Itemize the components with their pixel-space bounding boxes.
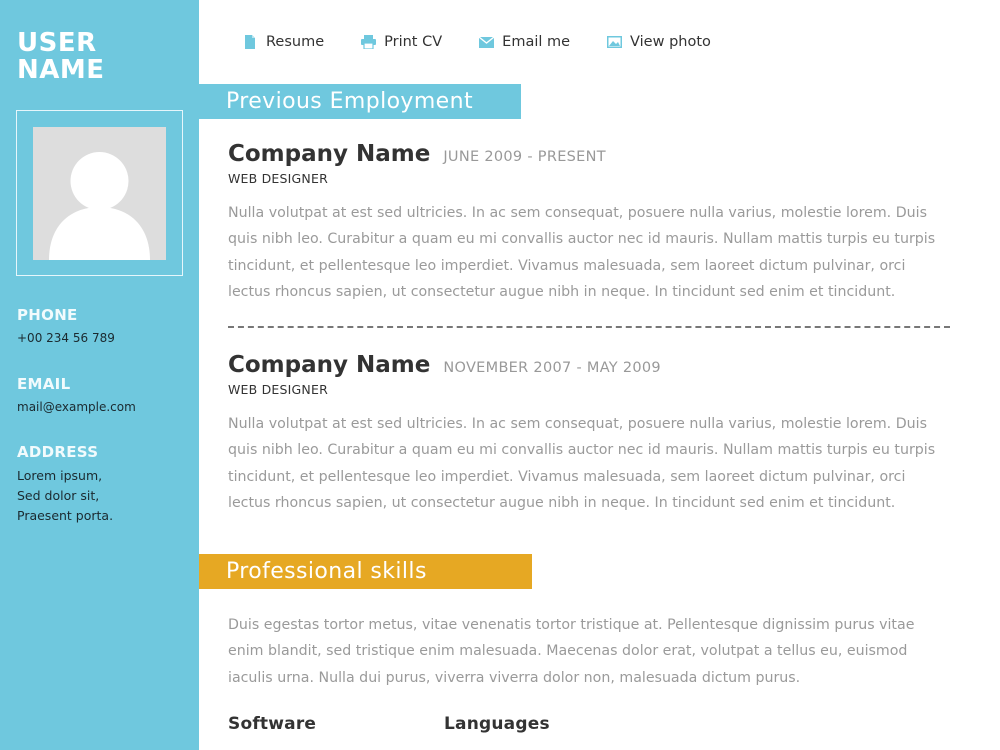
avatar (33, 127, 166, 260)
job-entry: Company Name NOVEMBER 2007 - MAY 2009 WE… (228, 352, 950, 516)
nav-resume-link[interactable]: Resume (242, 30, 324, 54)
user-name: USER NAME (17, 30, 187, 84)
printer-icon (360, 34, 376, 50)
job-role: WEB DESIGNER (228, 171, 328, 186)
languages-heading: Languages (444, 714, 550, 734)
address-line-3: Praesent porta. (17, 508, 114, 523)
nav-photo-link[interactable]: View photo (606, 30, 711, 54)
email-value[interactable]: mail@example.com (17, 397, 136, 417)
user-name-line2: NAME (17, 55, 105, 85)
address-line-1: Lorem ipsum, (17, 468, 103, 483)
nav-print-label: Print CV (384, 34, 443, 50)
avatar-placeholder-icon (33, 127, 166, 260)
document-icon (242, 34, 258, 50)
nav-print-link[interactable]: Print CV (360, 30, 442, 54)
company-name: Company Name (228, 352, 431, 378)
software-heading: Software (228, 714, 317, 734)
sidebar: USER NAME PHONE +00 234 56 789 EMAIL mai… (0, 0, 199, 750)
nav-resume-label: Resume (266, 34, 325, 50)
company-name: Company Name (228, 141, 431, 167)
skills-section-title: Professional skills (199, 554, 532, 589)
job-description: Nulla volutpat at est sed ultricies. In … (228, 416, 936, 511)
image-icon (606, 34, 622, 50)
address-label: ADDRESS (17, 443, 99, 461)
nav-photo-label: View photo (630, 34, 711, 50)
job-role: WEB DESIGNER (228, 382, 328, 397)
job-entry: Company Name JUNE 2009 - PRESENT WEB DES… (228, 141, 950, 305)
phone-value: +00 234 56 789 (17, 331, 115, 345)
job-header: Company Name JUNE 2009 - PRESENT (228, 141, 950, 167)
nav-email-label: Email me (502, 34, 571, 50)
user-name-line1: USER (17, 28, 97, 58)
top-nav: Resume Print CV Email me View photo (242, 30, 747, 54)
job-description: Nulla volutpat at est sed ultricies. In … (228, 205, 936, 300)
job-header: Company Name NOVEMBER 2007 - MAY 2009 (228, 352, 950, 378)
address-value: Lorem ipsum, Sed dolor sit, Praesent por… (17, 466, 113, 526)
email-label: EMAIL (17, 375, 71, 393)
profile-photo-frame (16, 110, 183, 276)
address-line-2: Sed dolor sit, (17, 488, 100, 503)
envelope-icon (478, 34, 494, 50)
phone-label: PHONE (17, 306, 78, 324)
job-dates: JUNE 2009 - PRESENT (443, 149, 606, 165)
skills-description: Duis egestas tortor metus, vitae venenat… (228, 617, 915, 686)
job-divider (228, 326, 950, 328)
employment-section-title: Previous Employment (199, 84, 521, 119)
nav-email-link[interactable]: Email me (478, 30, 570, 54)
job-dates: NOVEMBER 2007 - MAY 2009 (443, 360, 661, 376)
